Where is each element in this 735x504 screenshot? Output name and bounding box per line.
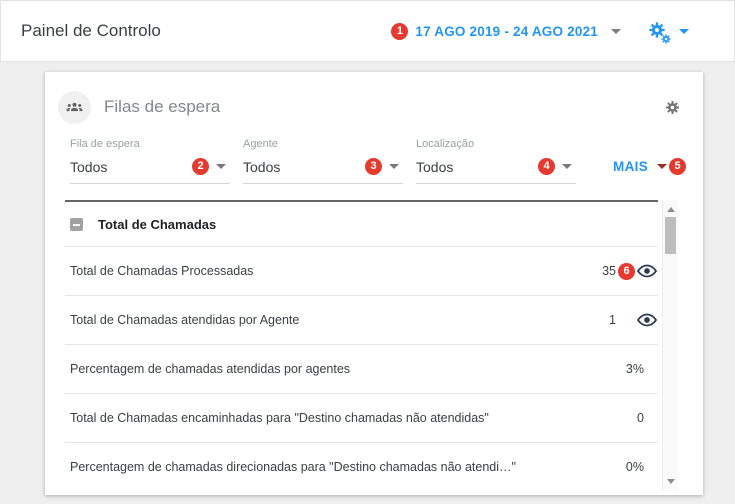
section-header-total-de-chamadas: Total de Chamadas <box>65 202 658 246</box>
table-scrollbar[interactable] <box>662 200 678 490</box>
top-bar-actions: 1 17 AGO 2019 - 24 AGO 2021 <box>391 20 689 42</box>
callout-badge-6: 6 <box>618 262 635 280</box>
queues-panel: Filas de espera Fila de espera Todos 2 A… <box>45 72 703 495</box>
scrollbar-thumb[interactable] <box>665 217 676 254</box>
filter-label: Agente <box>243 138 278 150</box>
settings-menu-button[interactable] <box>647 20 689 42</box>
caret-down-icon[interactable] <box>389 164 399 169</box>
row-value: 1 <box>609 313 616 327</box>
section-title: Total de Chamadas <box>98 216 217 232</box>
table-row: Percentagem de chamadas direcionadas par… <box>65 442 658 491</box>
panel-header: Filas de espera <box>45 72 703 136</box>
callout-badge-2: 2 <box>192 158 209 175</box>
filter-agente[interactable]: Agente Todos 3 <box>243 138 403 184</box>
row-value: 0 <box>637 411 644 425</box>
table-row: Total de Chamadas Processadas 35 6 <box>65 246 658 295</box>
callout-badge-1: 1 <box>391 22 409 40</box>
double-gear-icon <box>647 20 670 42</box>
collapse-minus-icon[interactable] <box>70 217 83 231</box>
table-row: Percentagem de chamadas atendidas por ag… <box>65 344 658 393</box>
eye-icon[interactable] <box>636 309 658 331</box>
panel-title: Filas de espera <box>104 97 221 116</box>
filter-value: Todos <box>416 158 454 175</box>
date-range-picker[interactable]: 17 AGO 2019 - 24 AGO 2021 <box>408 24 621 39</box>
caret-down-icon[interactable] <box>657 164 667 169</box>
filter-label: Localização <box>416 138 475 150</box>
scroll-up-icon[interactable] <box>663 202 679 216</box>
filter-localizacao[interactable]: Localização Todos 4 <box>416 138 576 184</box>
caret-down-icon[interactable] <box>611 28 621 34</box>
filter-bar: Fila de espera Todos 2 Agente Todos 3 Lo… <box>70 138 686 184</box>
filter-value: Todos <box>243 158 281 175</box>
table-row: Total de Chamadas atendidas por Agente 1 <box>65 295 658 344</box>
panel-settings-gear-icon[interactable] <box>664 99 681 116</box>
callout-badge-5: 5 <box>669 158 686 175</box>
filter-value: Todos <box>70 158 108 175</box>
scroll-down-icon[interactable] <box>663 474 679 488</box>
page-title: Painel de Controlo <box>21 21 161 40</box>
table-row: Total de Chamadas encaminhadas para "Des… <box>65 393 658 442</box>
stats-table: Total de Chamadas Total de Chamadas Proc… <box>65 200 658 491</box>
row-value: 3% <box>625 362 644 376</box>
caret-down-icon[interactable] <box>216 164 226 169</box>
filter-label: Fila de espera <box>70 138 140 150</box>
more-filters-button[interactable]: MAIS 5 <box>613 158 686 184</box>
more-filters-label: MAIS <box>613 159 648 174</box>
eye-icon[interactable] <box>636 260 658 282</box>
date-range-label: 17 AGO 2019 - 24 AGO 2021 <box>415 23 598 39</box>
callout-badge-4: 4 <box>538 158 555 175</box>
row-value: 35 <box>602 264 616 278</box>
caret-down-icon[interactable] <box>562 164 572 169</box>
queue-people-icon <box>58 90 91 124</box>
caret-down-icon[interactable] <box>679 28 689 34</box>
top-bar: Painel de Controlo 1 17 AGO 2019 - 24 AG… <box>0 0 735 62</box>
row-value: 0% <box>625 460 644 474</box>
callout-badge-3: 3 <box>365 158 382 175</box>
filter-fila-de-espera[interactable]: Fila de espera Todos 2 <box>70 138 230 184</box>
